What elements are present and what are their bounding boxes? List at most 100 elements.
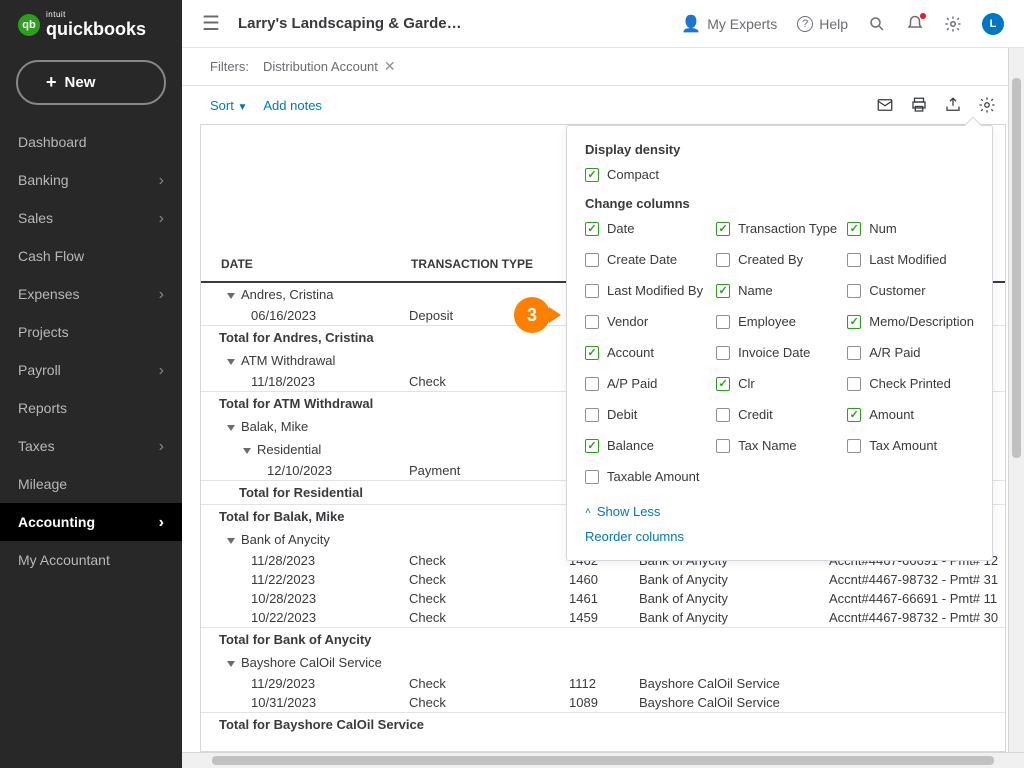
column-toggle-num[interactable]: Num bbox=[847, 221, 974, 236]
checkbox-icon bbox=[585, 222, 599, 236]
topbar: ☰ Larry's Landscaping & Garde… 👤 My Expe… bbox=[182, 0, 1024, 48]
column-label: Last Modified bbox=[869, 252, 946, 267]
sort-dropdown[interactable]: Sort ▼ bbox=[210, 98, 247, 113]
help-icon: ? bbox=[797, 16, 813, 32]
checkbox-icon bbox=[847, 222, 861, 236]
column-toggle-name[interactable]: Name bbox=[716, 283, 837, 298]
column-label: Invoice Date bbox=[738, 345, 810, 360]
table-row[interactable]: 10/22/2023Check1459Bank of AnycityAccnt#… bbox=[201, 608, 1005, 627]
column-toggle-memo-description[interactable]: Memo/Description bbox=[847, 314, 974, 329]
nav-item-sales[interactable]: Sales bbox=[0, 199, 182, 237]
compact-checkbox[interactable]: Compact bbox=[585, 167, 974, 182]
column-toggle-tax-amount[interactable]: Tax Amount bbox=[847, 438, 974, 453]
density-title: Display density bbox=[585, 142, 974, 157]
vertical-scrollbar[interactable] bbox=[1008, 48, 1024, 752]
column-label: Amount bbox=[869, 407, 914, 422]
column-toggle-account[interactable]: Account bbox=[585, 345, 706, 360]
column-label: A/R Paid bbox=[869, 345, 920, 360]
user-avatar[interactable]: L bbox=[982, 13, 1004, 35]
show-less-link[interactable]: ˄ Show Less bbox=[585, 504, 974, 519]
checkbox-icon bbox=[716, 346, 730, 360]
nav-item-payroll[interactable]: Payroll bbox=[0, 351, 182, 389]
column-label: Last Modified By bbox=[607, 283, 703, 298]
column-toggle-a-p-paid[interactable]: A/P Paid bbox=[585, 376, 706, 391]
column-label: Tax Name bbox=[738, 438, 797, 453]
column-toggle-customer[interactable]: Customer bbox=[847, 283, 974, 298]
email-icon[interactable] bbox=[876, 96, 894, 114]
filter-chip[interactable]: Distribution Account ✕ bbox=[263, 58, 396, 75]
column-toggle-clr[interactable]: Clr bbox=[716, 376, 837, 391]
horizontal-scrollbar[interactable] bbox=[182, 752, 1024, 768]
column-label: Taxable Amount bbox=[607, 469, 700, 484]
column-label: Debit bbox=[607, 407, 637, 422]
nav-item-projects[interactable]: Projects bbox=[0, 313, 182, 351]
column-toggle-transaction-type[interactable]: Transaction Type bbox=[716, 221, 837, 236]
my-experts-label: My Experts bbox=[707, 16, 777, 32]
nav-item-banking[interactable]: Banking bbox=[0, 161, 182, 199]
hamburger-icon[interactable]: ☰ bbox=[202, 11, 220, 36]
nav-item-my-accountant[interactable]: My Accountant bbox=[0, 541, 182, 579]
sidebar: qb intuit quickbooks + New DashboardBank… bbox=[0, 0, 182, 768]
new-button[interactable]: + New bbox=[16, 60, 166, 105]
column-toggle-taxable-amount[interactable]: Taxable Amount bbox=[585, 469, 706, 484]
filters-label: Filters: bbox=[210, 59, 249, 74]
columns-title: Change columns bbox=[585, 196, 974, 211]
reorder-columns-link[interactable]: Reorder columns bbox=[585, 529, 974, 544]
nav-item-accounting[interactable]: Accounting bbox=[0, 503, 182, 541]
column-toggle-check-printed[interactable]: Check Printed bbox=[847, 376, 974, 391]
column-toggle-invoice-date[interactable]: Invoice Date bbox=[716, 345, 837, 360]
group-header[interactable]: Bayshore CalOil Service bbox=[201, 651, 1005, 674]
checkbox-icon bbox=[847, 346, 861, 360]
search-icon[interactable] bbox=[868, 15, 886, 33]
brand-name: quickbooks bbox=[46, 19, 146, 40]
sort-label: Sort bbox=[210, 98, 234, 113]
table-row[interactable]: 11/29/2023Check1112Bayshore CalOil Servi… bbox=[201, 674, 1005, 693]
print-icon[interactable] bbox=[910, 96, 928, 114]
column-toggle-vendor[interactable]: Vendor bbox=[585, 314, 706, 329]
settings-gear-icon[interactable] bbox=[944, 15, 962, 33]
chevron-up-icon: ˄ bbox=[585, 506, 591, 517]
notifications-icon[interactable] bbox=[906, 15, 924, 33]
my-experts-link[interactable]: 👤 My Experts bbox=[681, 14, 777, 34]
nav-item-dashboard[interactable]: Dashboard bbox=[0, 123, 182, 161]
nav-item-taxes[interactable]: Taxes bbox=[0, 427, 182, 465]
column-toggle-last-modified[interactable]: Last Modified bbox=[847, 252, 974, 267]
nav-item-expenses[interactable]: Expenses bbox=[0, 275, 182, 313]
export-icon[interactable] bbox=[944, 96, 962, 114]
col-date[interactable]: DATE bbox=[219, 253, 409, 275]
table-row[interactable]: 10/31/2023Check1089Bayshore CalOil Servi… bbox=[201, 693, 1005, 712]
checkbox-icon bbox=[847, 377, 861, 391]
nav-item-reports[interactable]: Reports bbox=[0, 389, 182, 427]
add-notes-link[interactable]: Add notes bbox=[263, 98, 322, 113]
help-link[interactable]: ? Help bbox=[797, 16, 848, 32]
compact-label: Compact bbox=[607, 167, 659, 182]
table-row[interactable]: 10/28/2023Check1461Bank of AnycityAccnt#… bbox=[201, 589, 1005, 608]
nav-item-cash-flow[interactable]: Cash Flow bbox=[0, 237, 182, 275]
column-label: Date bbox=[607, 221, 634, 236]
column-label: Num bbox=[869, 221, 896, 236]
column-toggle-date[interactable]: Date bbox=[585, 221, 706, 236]
column-toggle-credit[interactable]: Credit bbox=[716, 407, 837, 422]
column-toggle-balance[interactable]: Balance bbox=[585, 438, 706, 453]
filter-remove-icon[interactable]: ✕ bbox=[384, 58, 396, 75]
checkbox-icon bbox=[585, 315, 599, 329]
report-settings-gear-icon[interactable] bbox=[978, 96, 996, 114]
column-toggle-amount[interactable]: Amount bbox=[847, 407, 974, 422]
table-row[interactable]: 11/22/2023Check1460Bank of AnycityAccnt#… bbox=[201, 570, 1005, 589]
brand-intuit: intuit bbox=[46, 10, 146, 19]
company-name[interactable]: Larry's Landscaping & Garde… bbox=[238, 15, 663, 32]
column-toggle-a-r-paid[interactable]: A/R Paid bbox=[847, 345, 974, 360]
checkbox-icon bbox=[585, 377, 599, 391]
column-toggle-last-modified-by[interactable]: Last Modified By bbox=[585, 283, 706, 298]
checkbox-icon bbox=[585, 284, 599, 298]
checkbox-icon bbox=[716, 253, 730, 267]
plus-icon: + bbox=[46, 72, 57, 93]
col-ttype[interactable]: TRANSACTION TYPE bbox=[409, 253, 569, 275]
tutorial-callout: 3 bbox=[514, 297, 550, 333]
nav-item-mileage[interactable]: Mileage bbox=[0, 465, 182, 503]
column-toggle-debit[interactable]: Debit bbox=[585, 407, 706, 422]
column-toggle-create-date[interactable]: Create Date bbox=[585, 252, 706, 267]
column-toggle-tax-name[interactable]: Tax Name bbox=[716, 438, 837, 453]
column-toggle-employee[interactable]: Employee bbox=[716, 314, 837, 329]
column-toggle-created-by[interactable]: Created By bbox=[716, 252, 837, 267]
